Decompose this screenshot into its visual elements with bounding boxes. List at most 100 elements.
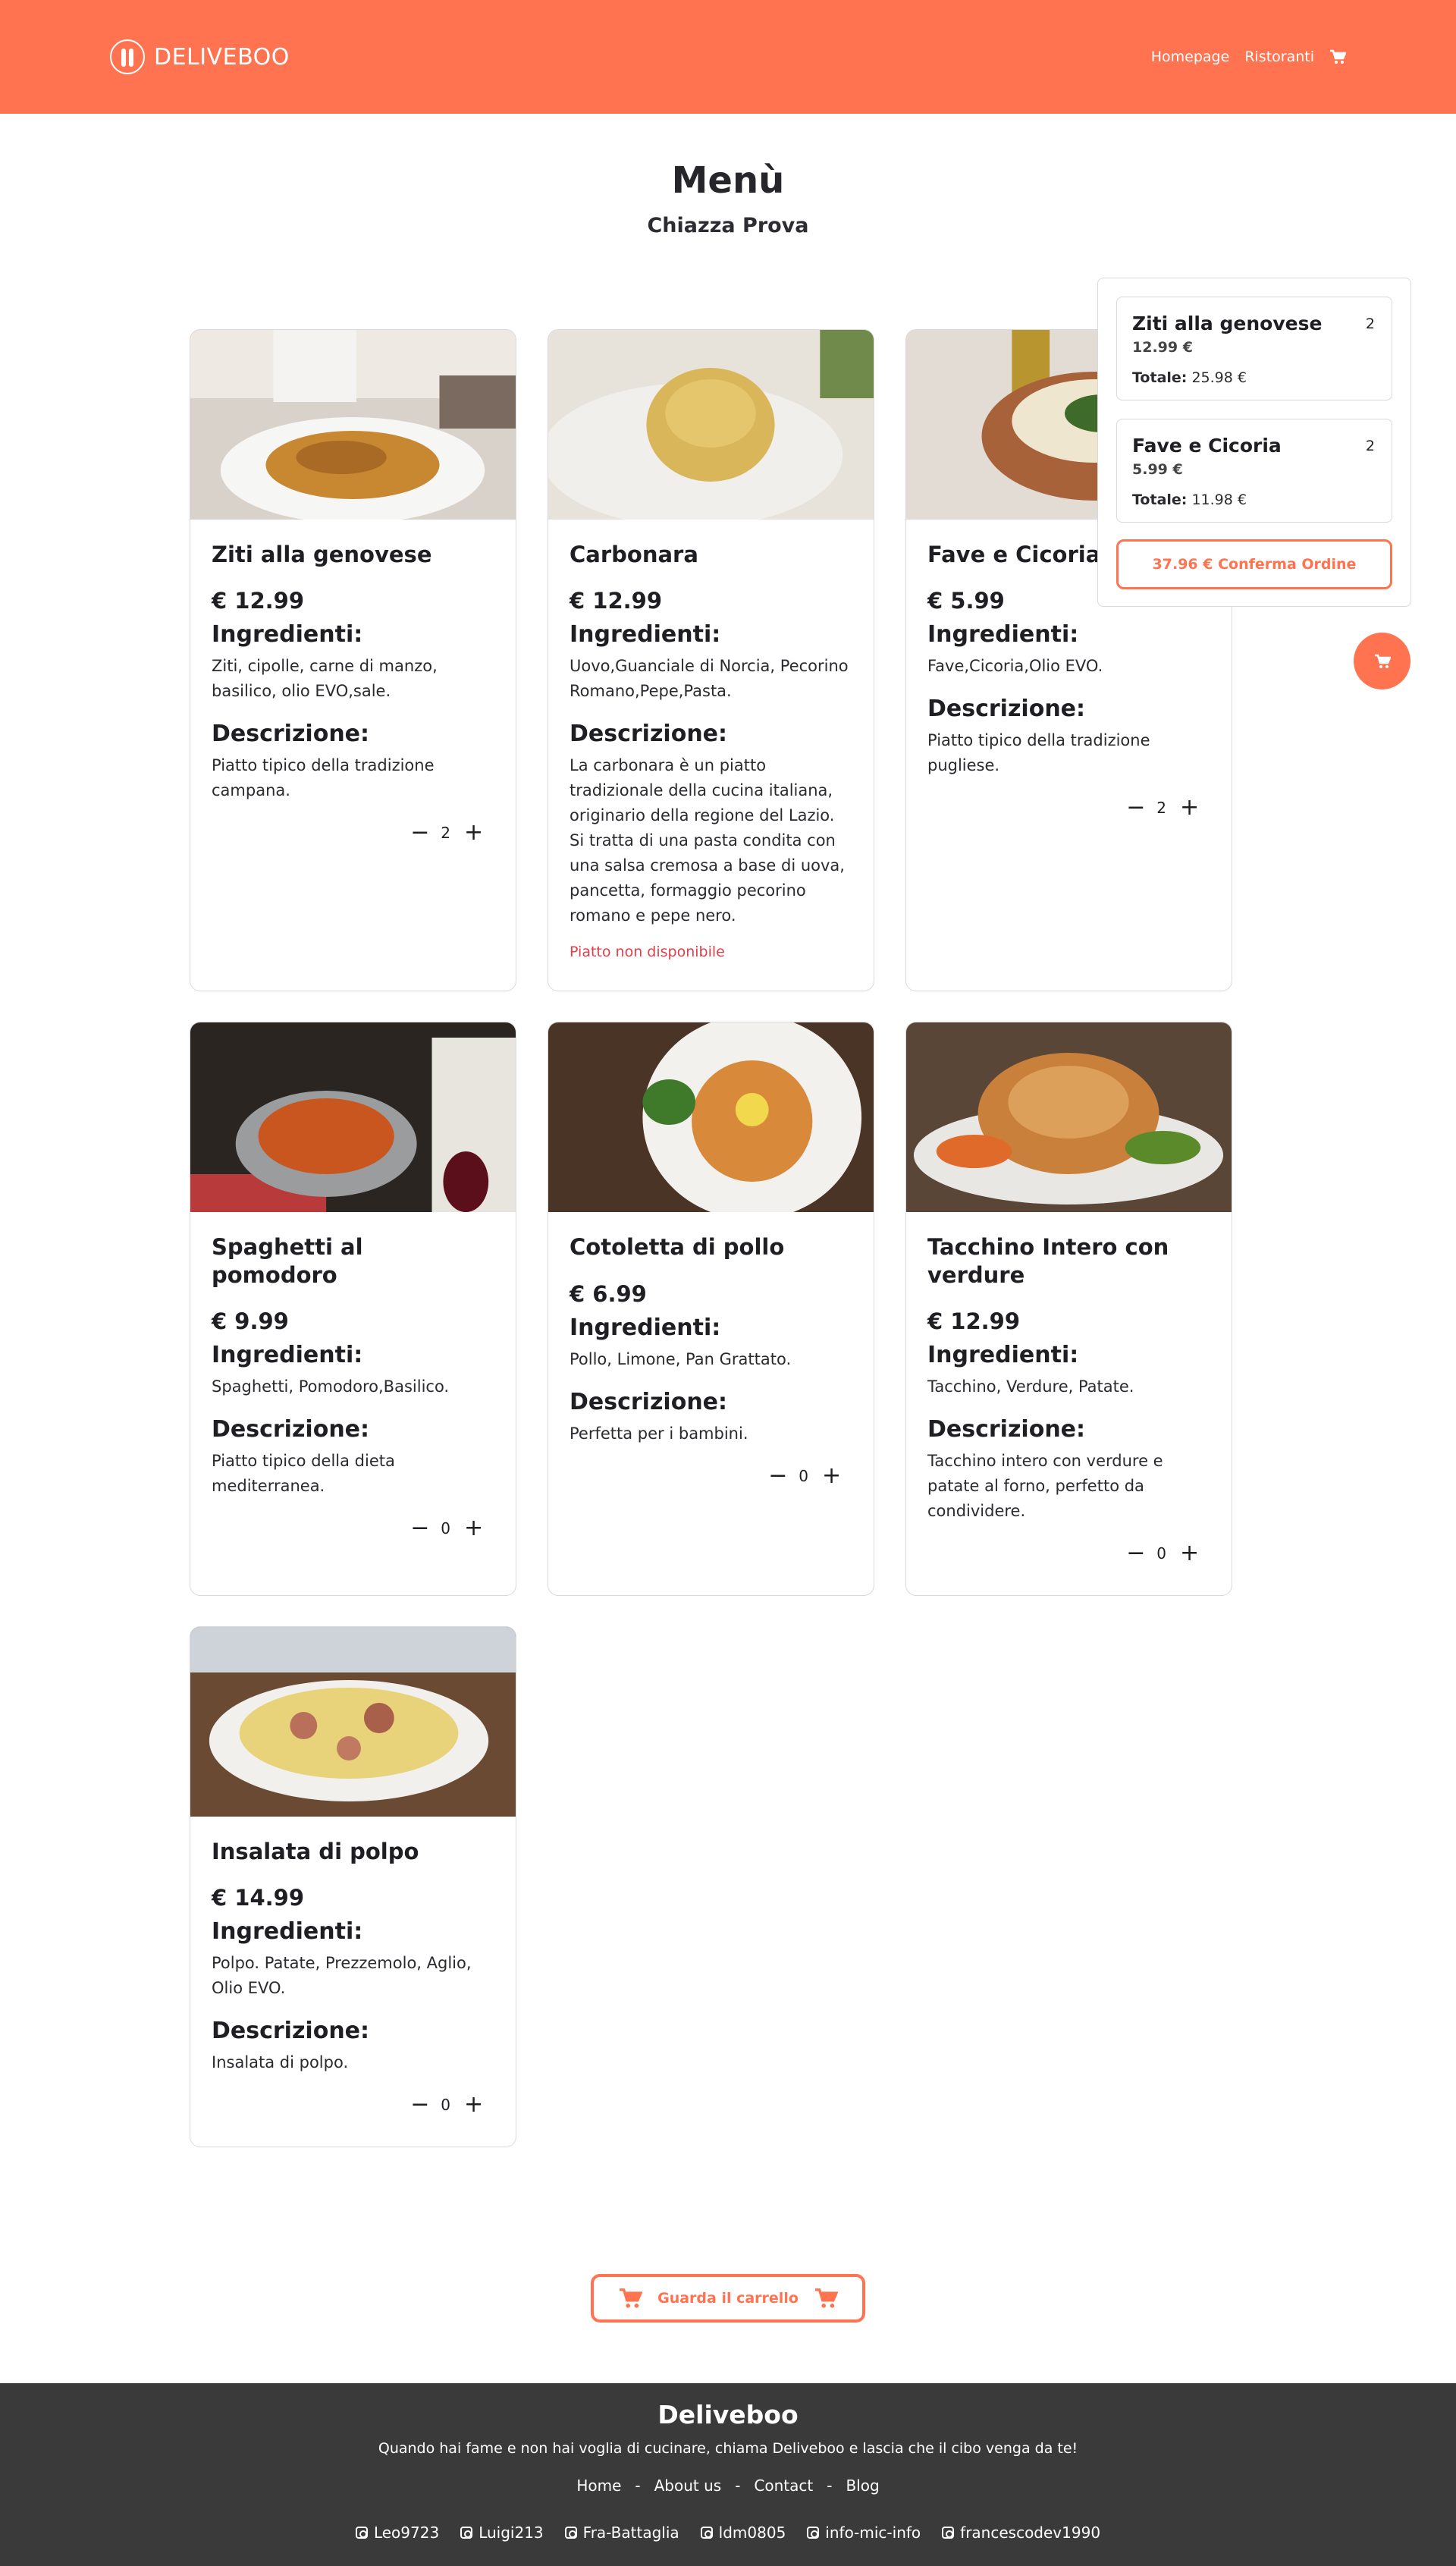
footer-link-home[interactable]: Home [576, 2476, 621, 2495]
brand[interactable]: DELIVEBOO [110, 39, 290, 74]
description-text: Insalata di polpo. [212, 2053, 349, 2071]
description-label: Descrizione: [927, 1415, 1086, 1443]
cart-item: Ziti alla genovese 2 12.99 € Totale: 25.… [1116, 297, 1392, 400]
social-handle: ldm0805 [718, 2524, 786, 2542]
social-link[interactable]: Fra-Battaglia [564, 2524, 679, 2542]
quantity-stepper: − 0 + [212, 2093, 494, 2116]
cart-item-price: 5.99 € [1132, 461, 1183, 478]
description-label: Descrizione: [570, 1388, 728, 1415]
minus-icon[interactable]: − [768, 1464, 787, 1487]
dish-card: Ziti alla genovese € 12.99 Ingredienti: … [190, 329, 516, 992]
plus-icon[interactable]: + [464, 1516, 483, 1540]
nav-link-homepage[interactable]: Homepage [1151, 49, 1230, 65]
footer-link-blog[interactable]: Blog [846, 2476, 879, 2495]
cart-item-price: 12.99 € [1132, 339, 1193, 356]
social-link[interactable]: ldm0805 [700, 2524, 786, 2542]
description-label: Descrizione: [212, 1415, 370, 1443]
plus-icon[interactable]: + [1180, 1541, 1199, 1565]
minus-icon[interactable]: − [410, 821, 429, 844]
instagram-icon [355, 2527, 368, 2539]
minus-icon[interactable]: − [410, 2093, 429, 2116]
ingredients-label: Ingredienti: [927, 1341, 1079, 1368]
description-label: Descrizione: [212, 721, 370, 748]
plus-icon[interactable]: + [464, 2093, 483, 2116]
dish-price: € 6.99 [570, 1280, 647, 1307]
cart-item-name: Ziti alla genovese [1132, 313, 1323, 334]
brand-name: DELIVEBOO [154, 43, 290, 71]
plus-icon[interactable]: + [464, 821, 483, 844]
quantity-value: 2 [441, 824, 450, 843]
dish-name: Cotoletta di pollo [570, 1234, 785, 1261]
top-navbar: DELIVEBOO Homepage Ristoranti [0, 0, 1456, 114]
minus-icon[interactable]: − [410, 1516, 429, 1540]
dish-image-cotoletta [548, 1022, 874, 1213]
instagram-icon [564, 2527, 577, 2539]
dish-price: € 12.99 [570, 588, 663, 614]
cart-item-quantity: 2 [1365, 438, 1375, 454]
plus-icon[interactable]: + [1180, 796, 1199, 819]
description-text: La carbonara è un piatto tradizionale de… [570, 756, 845, 925]
ingredients-label: Ingredienti: [570, 1314, 721, 1341]
ingredients-text: Fave,Cicoria,Olio EVO. [927, 657, 1103, 676]
plus-icon[interactable]: + [822, 1464, 841, 1487]
social-link[interactable]: francescodev1990 [942, 2524, 1100, 2542]
shopping-cart-icon[interactable] [1329, 49, 1347, 64]
instagram-icon [700, 2527, 713, 2539]
dish-card: Tacchino Intero con verdure € 12.99 Ingr… [905, 1022, 1232, 1596]
dish-card: Carbonara € 12.99 Ingredienti: Uovo,Guan… [548, 329, 874, 992]
footer-tagline: Quando hai fame e non hai voglia di cuci… [378, 2440, 1078, 2457]
dish-price: € 12.99 [927, 1308, 1021, 1334]
social-handle: Fra-Battaglia [582, 2524, 679, 2542]
footer-link-contact[interactable]: Contact [754, 2476, 813, 2495]
nav-link-ristoranti[interactable]: Ristoranti [1244, 49, 1314, 65]
restaurant-name: Chiazza Prova [647, 214, 809, 237]
dish-image-carbonara [548, 330, 874, 520]
footer-separator: - [735, 2476, 741, 2495]
social-link[interactable]: info-mic-info [807, 2524, 921, 2542]
ingredients-label: Ingredienti: [927, 621, 1079, 649]
view-cart-label: Guarda il carrello [657, 2290, 799, 2307]
total-value: 25.98 € [1191, 369, 1247, 386]
minus-icon[interactable]: − [1126, 796, 1145, 819]
ingredients-text: Tacchino, Verdure, Patate. [927, 1377, 1134, 1396]
shopping-cart-icon [620, 2288, 642, 2308]
social-link[interactable]: Luigi213 [460, 2524, 544, 2542]
confirm-order-button[interactable]: 37.96 € Conferma Ordine [1116, 539, 1392, 589]
quantity-stepper: − 2 + [927, 796, 1210, 819]
description-label: Descrizione: [570, 721, 728, 748]
dish-price: € 14.99 [212, 1885, 305, 1911]
floating-cart-button[interactable] [1354, 633, 1410, 689]
social-link[interactable]: Leo9723 [355, 2524, 440, 2542]
total-label: Totale: [1132, 492, 1188, 508]
social-handle: Leo9723 [373, 2524, 440, 2542]
description-label: Descrizione: [212, 2018, 370, 2044]
dish-name: Tacchino Intero con verdure [927, 1234, 1169, 1288]
page-title: Menù [671, 159, 785, 202]
dish-price: € 9.99 [212, 1308, 289, 1334]
cart-panel: Ziti alla genovese 2 12.99 € Totale: 25.… [1097, 278, 1411, 607]
cart-item-quantity: 2 [1365, 316, 1375, 332]
quantity-value: 0 [441, 1519, 450, 1537]
footer-socials: Leo9723 Luigi213 Fra-Battaglia ldm0805 i… [0, 2524, 1456, 2542]
view-cart-button[interactable]: Guarda il carrello [591, 2274, 865, 2323]
description-text: Tacchino intero con verdure e patate al … [927, 1451, 1163, 1520]
minus-icon[interactable]: − [1126, 1541, 1145, 1565]
dish-image-polpo [190, 1626, 516, 1817]
social-handle: info-mic-info [825, 2524, 921, 2542]
footer-link-about[interactable]: About us [654, 2476, 722, 2495]
quantity-stepper: − 0 + [927, 1541, 1210, 1565]
dish-image-ziti [190, 330, 516, 520]
description-label: Descrizione: [927, 696, 1086, 723]
social-handle: Luigi213 [479, 2524, 544, 2542]
cart-item-name: Fave e Cicoria [1132, 435, 1282, 457]
dish-price: € 12.99 [212, 588, 305, 614]
ingredients-text: Polpo. Patate, Prezzemolo, Aglio, Olio E… [212, 1954, 472, 1997]
footer-links: Home - About us - Contact - Blog [0, 2476, 1456, 2495]
total-value: 11.98 € [1191, 492, 1247, 508]
ingredients-label: Ingredienti: [212, 1341, 363, 1368]
quantity-stepper: − 0 + [570, 1464, 852, 1487]
ingredients-text: Ziti, cipolle, carne di manzo, basilico,… [212, 657, 438, 701]
footer-separator: - [635, 2476, 641, 2495]
ingredients-label: Ingredienti: [570, 621, 721, 649]
main-nav: Homepage Ristoranti [1151, 49, 1347, 65]
